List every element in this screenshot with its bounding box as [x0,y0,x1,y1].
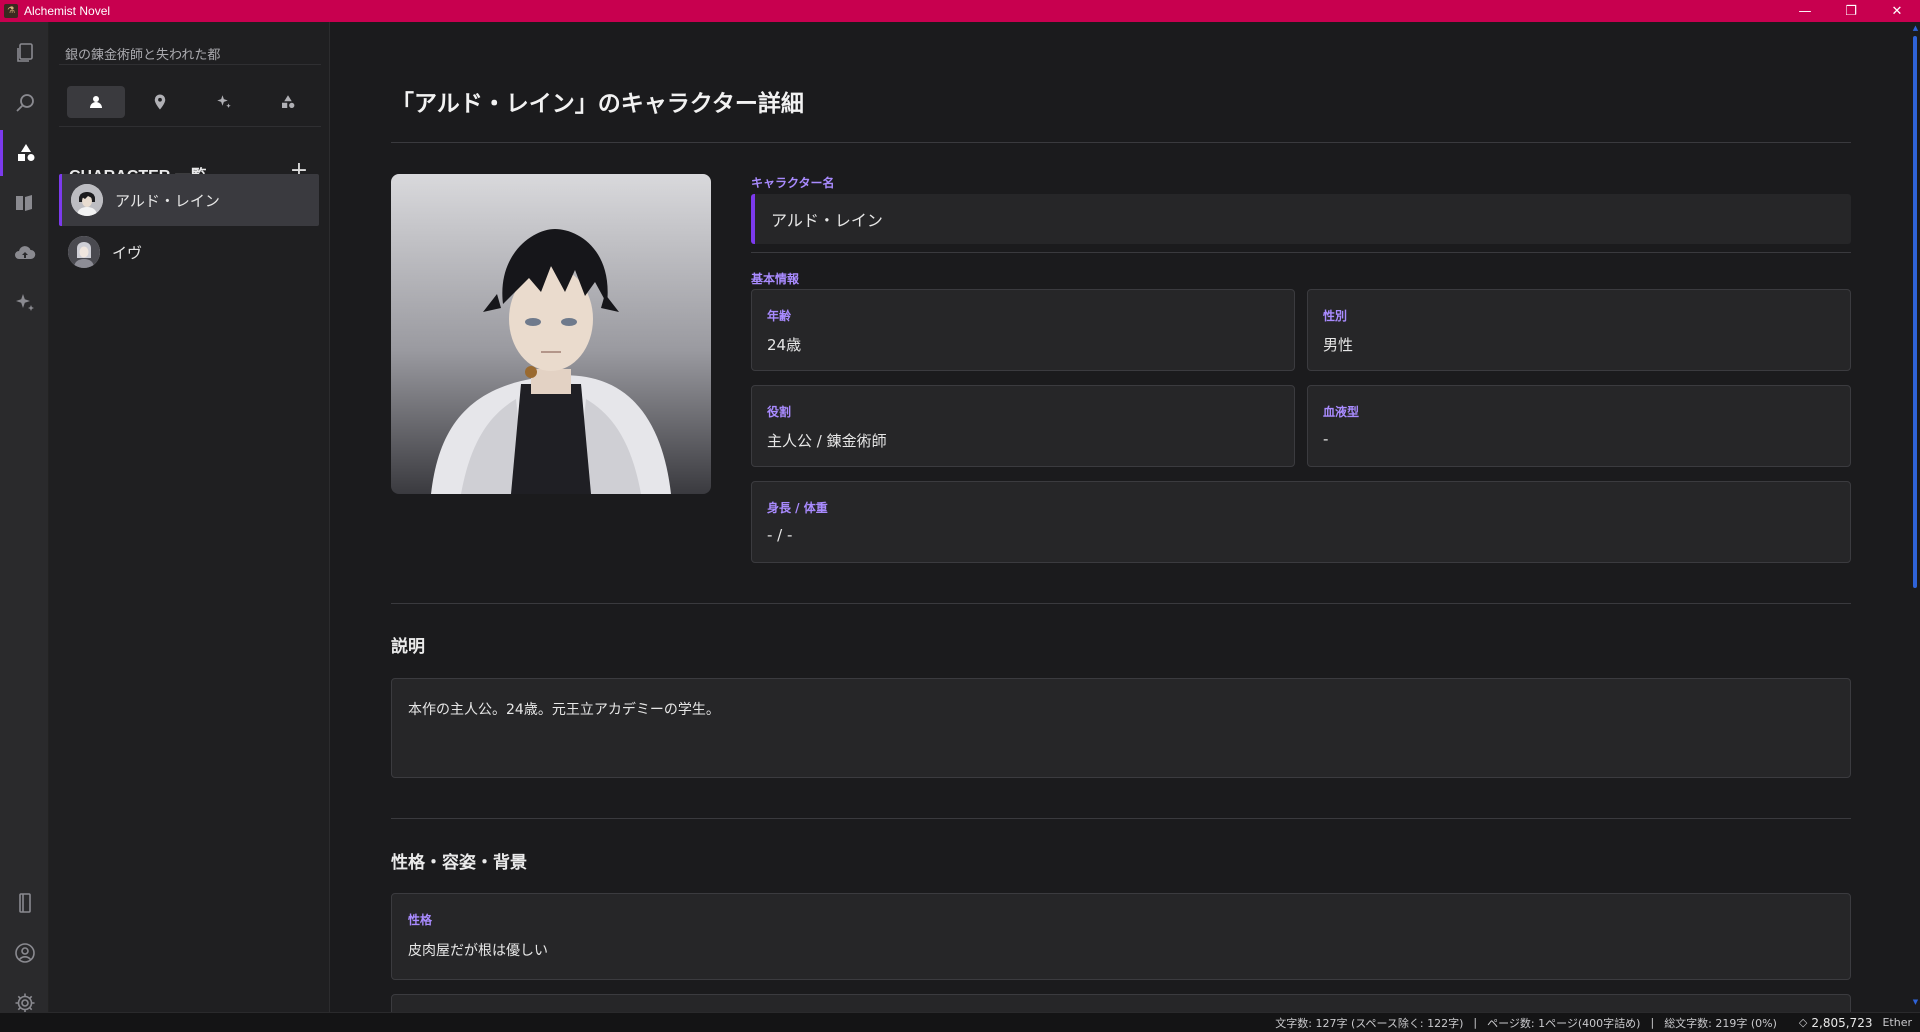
character-portrait[interactable] [391,174,711,494]
files-icon[interactable] [0,30,49,76]
sidebar-divider [59,64,321,65]
sidebar-divider [59,126,321,127]
personality-field[interactable]: 性格 皮肉屋だが根は優しい [391,893,1851,980]
avatar [71,184,103,216]
sparkles-icon[interactable] [0,280,49,326]
basic-info-label: 基本情報 [751,272,800,286]
character-name-label: キャラクター名 [751,176,835,190]
map-pin-icon [154,94,166,110]
role-field[interactable]: 役割 主人公 / 錬金術師 [751,385,1295,467]
age-value: 24歳 [767,336,802,354]
minimize-button[interactable]: — [1782,0,1828,22]
gender-field[interactable]: 性別 男性 [1307,289,1851,371]
age-label: 年齢 [767,309,792,323]
description-title: 説明 [391,637,425,657]
blood-type-field[interactable]: 血液型 - [1307,385,1851,467]
tab-characters[interactable] [67,86,125,118]
total-count: 総文字数: 219字 (0%) [1664,1016,1777,1030]
height-weight-label: 身長 / 体重 [767,501,828,515]
description-textarea[interactable]: 本作の主人公。24歳。元王立アカデミーの学生。 [391,678,1851,778]
personality-section-title: 性格・容姿・背景 [391,853,527,873]
main-content: 「アルド・レイン」のキャラクター詳細 キャラクター名 アルド・レイン 基本情報 … [331,22,1911,1012]
status-bar: 文字数: 127字 (スペース除く: 122字) | ページ数: 1ページ(40… [0,1012,1920,1032]
ether-label: Ether [1882,1016,1912,1029]
gender-value: 男性 [1323,336,1354,354]
divider [391,142,1851,143]
character-name: アルド・レイン [115,191,220,210]
role-value: 主人公 / 錬金術師 [767,432,887,450]
window-title: Alchemist Novel [24,4,111,18]
person-icon [90,96,102,108]
char-count: 文字数: 127字 (スペース除く: 122字) [1275,1016,1464,1030]
cloud-upload-icon[interactable] [0,230,49,276]
ether-count: 2,805,723 [1811,1015,1873,1030]
tab-magic[interactable] [195,86,253,118]
blood-type-value: - [1323,430,1329,448]
divider [391,603,1851,604]
book-icon[interactable] [0,180,49,226]
diamond-icon: ◇ [1798,1016,1808,1029]
blood-type-label: 血液型 [1323,405,1360,419]
sparkles-icon [217,95,231,108]
personality-value: 皮肉屋だが根は優しい [408,943,548,959]
title-bar: ⚗ Alchemist Novel — ❐ ✕ [0,0,1920,22]
separator: | [1650,1016,1655,1029]
search-icon[interactable] [0,80,49,126]
scroll-up-arrow[interactable]: ▲ [1911,24,1920,34]
height-weight-field[interactable]: 身長 / 体重 - / - [751,481,1851,563]
shapes-icon[interactable] [0,130,49,176]
activity-bar [0,22,49,1013]
separator: | [1473,1016,1478,1029]
description-text: 本作の主人公。24歳。元王立アカデミーの学生。 [408,702,720,718]
divider [391,818,1851,819]
age-field[interactable]: 年齢 24歳 [751,289,1295,371]
role-label: 役割 [767,405,792,419]
restore-button[interactable]: ❐ [1828,0,1874,22]
page-count: ページ数: 1ページ(400字詰め) [1487,1016,1641,1030]
sidebar-tabs [67,86,317,118]
height-weight-value: - / - [767,526,793,544]
sidebar: 銀の錬金術師と失われた都 CHARACTER 一覧 + アルド・レイン イヴ [49,22,330,1012]
shapes-icon [282,95,295,108]
close-button[interactable]: ✕ [1874,0,1920,22]
character-name-field[interactable]: アルド・レイン [751,194,1851,244]
list-item-character[interactable]: アルド・レイン [59,174,319,226]
gender-label: 性別 [1323,309,1348,323]
divider [751,252,1851,253]
character-name: イヴ [112,243,143,262]
scroll-down-arrow[interactable]: ▼ [1911,998,1920,1008]
tab-items[interactable] [259,86,317,118]
user-circle-icon[interactable] [0,930,49,976]
window-controls: — ❐ ✕ [1782,0,1920,22]
list-item-character[interactable]: イヴ [59,226,319,278]
personality-label: 性格 [408,913,433,927]
alchemist-icon: ⚗ [4,4,18,18]
scroll-thumb[interactable] [1913,36,1917,588]
page-title: 「アルド・レイン」のキャラクター詳細 [391,91,804,117]
tab-locations[interactable] [131,86,189,118]
next-field[interactable] [391,994,1851,1012]
scrollbar[interactable]: ▲ ▼ [1911,22,1920,1012]
project-name: 銀の錬金術師と失われた都 [65,48,221,63]
avatar [68,236,100,268]
book-open-icon[interactable] [0,880,49,926]
